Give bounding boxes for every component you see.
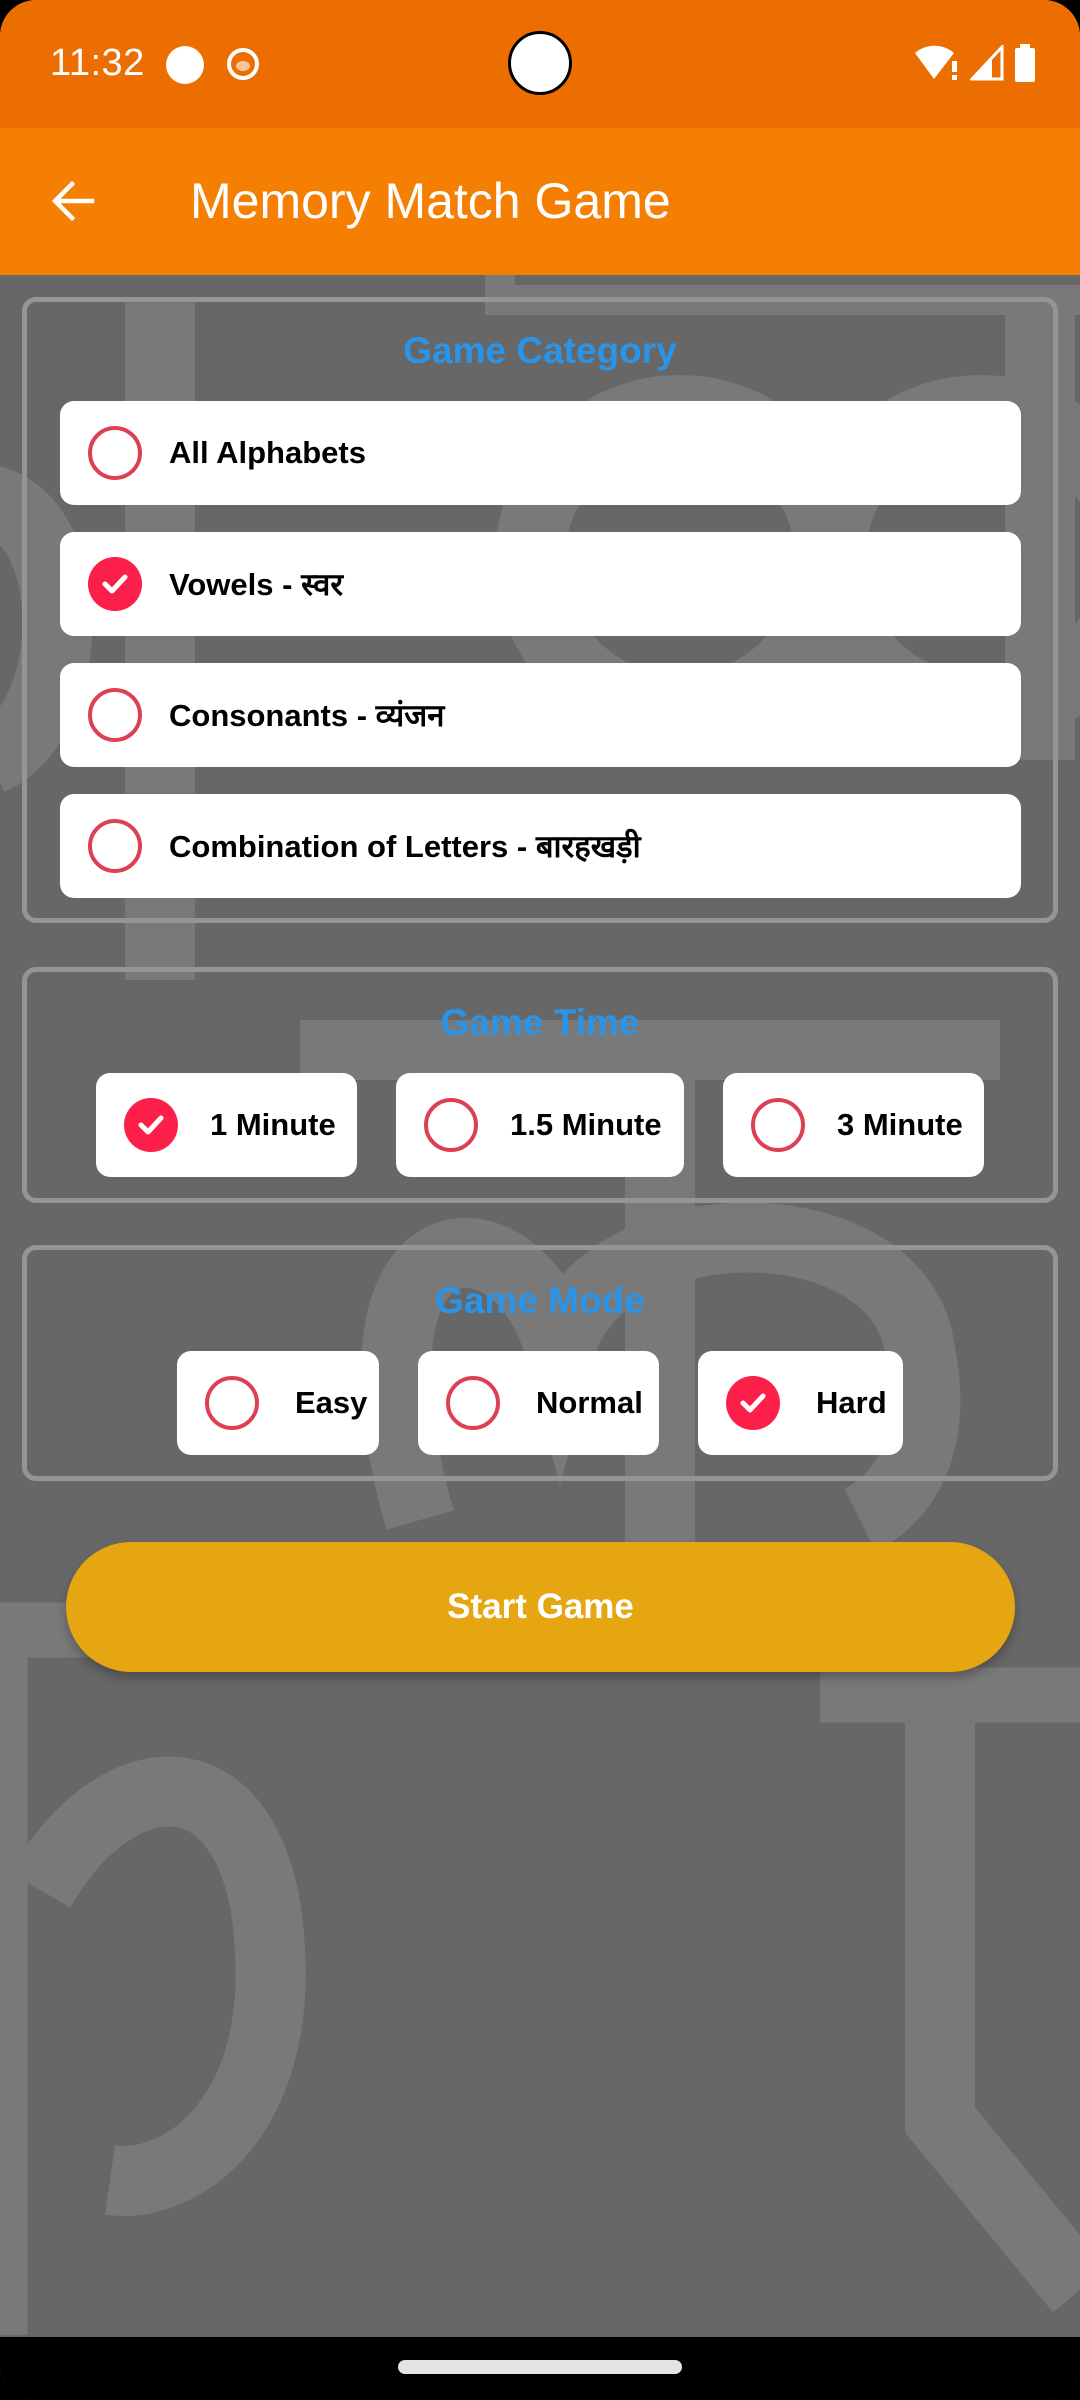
category-option-vowels[interactable]: Vowels - स्वर bbox=[60, 532, 1021, 636]
mode-option-normal[interactable]: Normal bbox=[418, 1351, 659, 1455]
mode-option-hard[interactable]: Hard bbox=[698, 1351, 903, 1455]
home-gesture-handle[interactable] bbox=[398, 2360, 682, 2374]
option-label: 1.5 Minute bbox=[510, 1107, 662, 1142]
radio-checked-icon[interactable] bbox=[88, 557, 142, 611]
radio-unchecked-icon[interactable] bbox=[424, 1098, 478, 1152]
back-button[interactable] bbox=[40, 168, 106, 234]
category-option-consonants[interactable]: Consonants - व्यंजन bbox=[60, 663, 1021, 767]
section-title: Game Time bbox=[440, 1002, 640, 1043]
arrow-left-icon bbox=[51, 180, 95, 222]
time-option-1-5-minute[interactable]: 1.5 Minute bbox=[396, 1073, 684, 1177]
section-title: Game Mode bbox=[435, 1280, 645, 1321]
option-label: 3 Minute bbox=[837, 1107, 963, 1142]
category-option-combination[interactable]: Combination of Letters - बारहखड़ी bbox=[60, 794, 1021, 898]
option-label: Easy bbox=[295, 1385, 368, 1420]
radio-unchecked-icon[interactable] bbox=[446, 1376, 500, 1430]
time-option-1-minute[interactable]: 1 Minute bbox=[96, 1073, 357, 1177]
checkmark-icon bbox=[740, 1393, 766, 1413]
front-camera bbox=[508, 31, 572, 95]
page-title: Memory Match Game bbox=[190, 173, 671, 229]
time-option-3-minute[interactable]: 3 Minute bbox=[723, 1073, 984, 1177]
checkmark-icon bbox=[138, 1115, 164, 1135]
radio-unchecked-icon[interactable] bbox=[88, 426, 142, 480]
checkmark-icon bbox=[102, 574, 128, 594]
radio-unchecked-icon[interactable] bbox=[205, 1376, 259, 1430]
status-bar: 11:32 bbox=[0, 0, 1080, 128]
notification-dot-icon bbox=[166, 46, 204, 84]
start-game-button[interactable]: Start Game bbox=[66, 1542, 1015, 1672]
radio-unchecked-icon[interactable] bbox=[88, 819, 142, 873]
cell-signal-icon bbox=[970, 45, 1004, 81]
wifi-alert-icon bbox=[915, 45, 957, 80]
status-time: 11:32 bbox=[50, 42, 145, 84]
option-label: Consonants - व्यंजन bbox=[169, 698, 445, 733]
option-label: Vowels - स्वर bbox=[169, 567, 344, 602]
radio-checked-icon[interactable] bbox=[124, 1098, 178, 1152]
option-label: Hard bbox=[816, 1385, 887, 1420]
mode-option-easy[interactable]: Easy bbox=[177, 1351, 379, 1455]
section-title: Game Category bbox=[403, 330, 677, 371]
category-option-all-alphabets[interactable]: All Alphabets bbox=[60, 401, 1021, 505]
app-bar: Memory Match Game bbox=[0, 128, 1080, 275]
option-label: Combination of Letters - बारहखड़ी bbox=[169, 829, 641, 864]
option-label: All Alphabets bbox=[169, 435, 366, 470]
cat-app-icon bbox=[227, 48, 259, 80]
screen: 11:32 Memory Match Game Game Category Al… bbox=[0, 0, 1080, 2400]
radio-checked-icon[interactable] bbox=[726, 1376, 780, 1430]
radio-unchecked-icon[interactable] bbox=[751, 1098, 805, 1152]
option-label: 1 Minute bbox=[210, 1107, 336, 1142]
navigation-bar bbox=[0, 2337, 1080, 2400]
radio-unchecked-icon[interactable] bbox=[88, 688, 142, 742]
option-label: Normal bbox=[536, 1385, 643, 1420]
battery-icon bbox=[1015, 44, 1035, 82]
status-icons bbox=[914, 44, 1036, 82]
